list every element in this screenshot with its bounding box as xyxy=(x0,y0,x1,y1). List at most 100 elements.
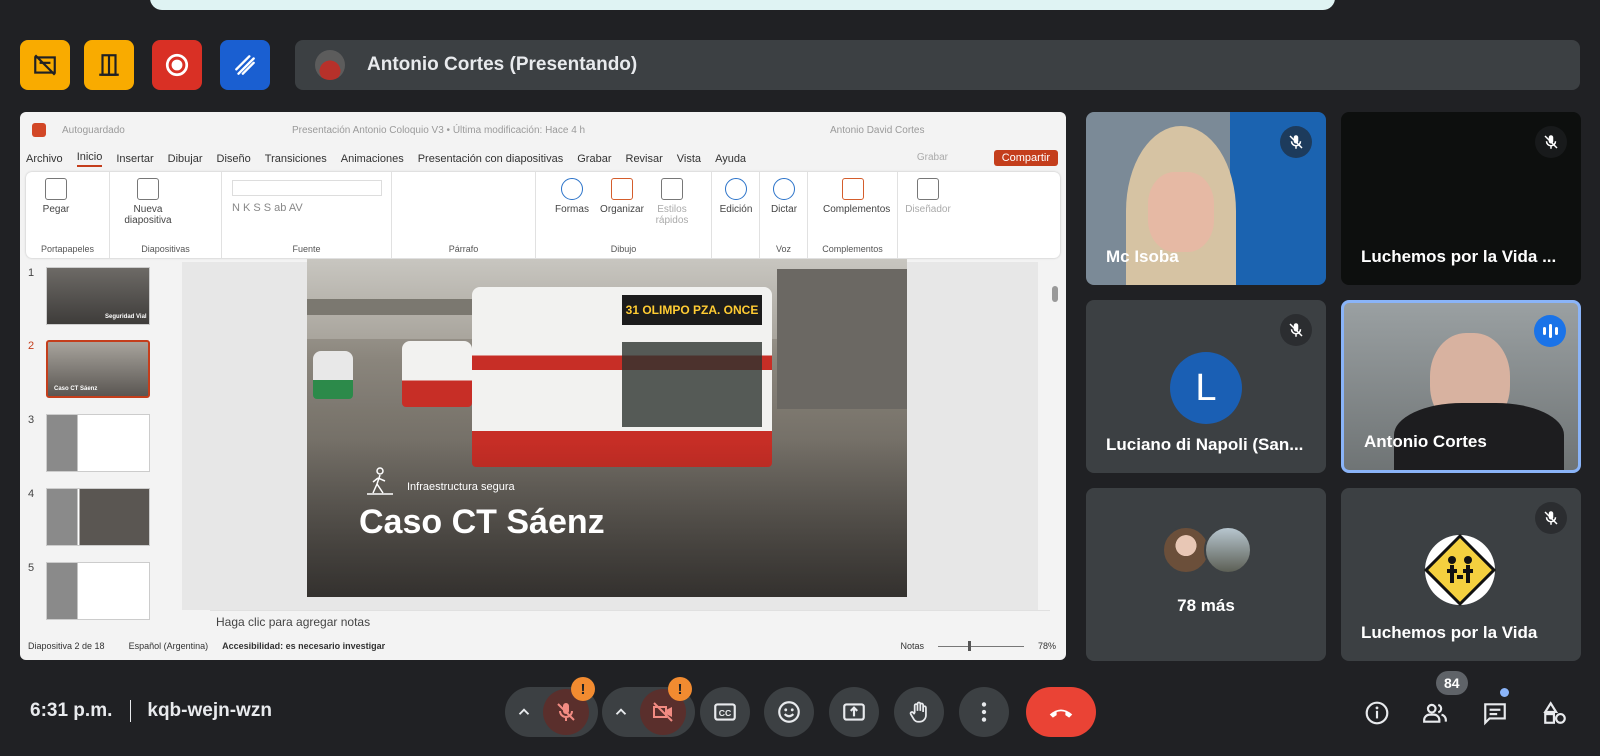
share-button[interactable]: Compartir xyxy=(993,150,1058,166)
paste-button[interactable]: Pegar xyxy=(26,178,86,215)
chat-button[interactable] xyxy=(1480,698,1510,728)
group-paragraph: Párrafo xyxy=(392,172,536,258)
tile-luciano[interactable]: L Luciano di Napoli (San... xyxy=(1086,300,1326,473)
dictate-button[interactable]: Dictar xyxy=(754,178,814,215)
thumbnail-5[interactable]: 5 xyxy=(26,562,176,620)
camera-warning-badge: ! xyxy=(668,677,692,701)
shared-screen: Autoguardado Presentación Antonio Coloqu… xyxy=(20,112,1066,660)
zoom-slider[interactable] xyxy=(937,640,1024,651)
bus-small xyxy=(402,341,472,407)
slide-scrollbar[interactable] xyxy=(1052,262,1060,602)
meeting-time: 6:31 p.m. xyxy=(30,700,113,721)
tile-luchemos-2[interactable]: Luchemos por la Vida xyxy=(1341,488,1581,661)
mic-off-icon xyxy=(1544,511,1558,525)
slide-thumbnails: 1 Seguridad Vial 2 Caso CT Sáenz 3 4 5 xyxy=(20,262,182,632)
closed-captions-icon: CC xyxy=(714,703,736,721)
menu-transiciones[interactable]: Transiciones xyxy=(265,153,327,165)
record-icon xyxy=(165,53,189,77)
thumbnail-3[interactable]: 3 xyxy=(26,414,176,472)
styles-icon xyxy=(661,178,683,200)
user-name: Antonio David Cortes xyxy=(830,124,925,136)
record-label[interactable]: Grabar xyxy=(917,152,948,163)
font-tools: N K S S ab AV xyxy=(232,202,303,214)
quick-styles-button[interactable]: Estilos rápidos xyxy=(642,178,702,226)
whiteboard-button[interactable] xyxy=(220,40,270,90)
activities-button[interactable] xyxy=(1540,698,1570,728)
new-slide-icon xyxy=(137,178,159,200)
slide-canvas[interactable]: 31 OLIMPO PZA. ONCE Infraestructura segu… xyxy=(182,259,1038,610)
notification-pill xyxy=(150,0,1335,10)
breakout-rooms-button[interactable] xyxy=(84,40,134,90)
captions-off-button[interactable] xyxy=(20,40,70,90)
addins-button[interactable]: Complementos xyxy=(823,178,890,215)
menu-archivo[interactable]: Archivo xyxy=(26,153,63,165)
raise-hand-button[interactable] xyxy=(894,687,944,737)
audio-settings-chevron[interactable] xyxy=(505,703,543,721)
menu-presentacion[interactable]: Presentación con diapositivas xyxy=(418,153,564,165)
current-slide[interactable]: 31 OLIMPO PZA. ONCE Infraestructura segu… xyxy=(307,259,907,597)
designer-icon xyxy=(917,178,939,200)
more-count: 78 más xyxy=(1177,596,1235,615)
meeting-details-button[interactable] xyxy=(1362,698,1392,728)
leave-call-button[interactable] xyxy=(1026,687,1096,737)
presenter-avatar xyxy=(315,50,345,80)
tile-antonio-cortes[interactable]: Antonio Cortes xyxy=(1341,300,1581,473)
group-label: Párrafo xyxy=(448,244,479,254)
language[interactable]: Español (Argentina) xyxy=(129,641,209,651)
tile-mc-isoba[interactable]: Mc Isoba xyxy=(1086,112,1326,285)
menu-vista[interactable]: Vista xyxy=(677,153,701,165)
mic-muted-indicator xyxy=(1280,126,1312,158)
group-addins: Complementos Complementos xyxy=(808,172,898,258)
participant-name: Luchemos por la Vida xyxy=(1361,623,1538,642)
camera-off-icon xyxy=(653,702,673,722)
participant-name: Antonio Cortes xyxy=(1364,432,1487,451)
tile-more-participants[interactable]: 78 más xyxy=(1086,488,1326,661)
microphone-toggle-button[interactable]: ! xyxy=(543,677,595,735)
captions-button[interactable]: CC xyxy=(700,687,750,737)
zoom-level[interactable]: 78% xyxy=(1038,641,1056,651)
menu-dibujar[interactable]: Dibujar xyxy=(168,153,203,165)
thumb-number: 5 xyxy=(28,562,35,574)
menu-grabar[interactable]: Grabar xyxy=(577,153,611,165)
accessibility-status[interactable]: Accesibilidad: es necesario investigar xyxy=(222,641,385,651)
notes-placeholder[interactable]: Haga clic para agregar notas xyxy=(210,610,1050,632)
camera-toggle-button[interactable]: ! xyxy=(640,677,692,735)
menu-animaciones[interactable]: Animaciones xyxy=(341,153,404,165)
shapes-icon xyxy=(561,178,583,200)
participant-name: Mc Isoba xyxy=(1106,247,1179,266)
thumbnail-1[interactable]: 1 Seguridad Vial xyxy=(26,267,176,325)
chevron-up-icon xyxy=(615,708,627,715)
video-settings-chevron[interactable] xyxy=(602,703,640,721)
group-voice: Dictar Voz xyxy=(760,172,808,258)
tile-luchemos-1[interactable]: Luchemos por la Vida ... xyxy=(1341,112,1581,285)
more-options-button[interactable] xyxy=(959,687,1009,737)
menu-diseno[interactable]: Diseño xyxy=(217,153,251,165)
thumbnail-2[interactable]: 2 Caso CT Sáenz xyxy=(26,340,176,398)
group-slides: Nueva diapositiva Diapositivas xyxy=(110,172,222,258)
reactions-button[interactable] xyxy=(764,687,814,737)
presenter-banner: Antonio Cortes (Presentando) xyxy=(295,40,1580,90)
microphone-icon xyxy=(773,178,795,200)
people-button[interactable] xyxy=(1420,698,1450,728)
status-right: Notas 78% xyxy=(900,640,1056,651)
slide-building xyxy=(777,269,907,419)
menu-ayuda[interactable]: Ayuda xyxy=(715,153,746,165)
bus-window xyxy=(622,342,762,427)
mic-control: ! xyxy=(505,677,598,737)
meeting-code[interactable]: kqb-wejn-wzn xyxy=(147,700,272,722)
menu-inicio[interactable]: Inicio xyxy=(76,151,103,167)
chat-icon xyxy=(1484,703,1506,726)
thumbnail-4[interactable]: 4 xyxy=(26,488,176,546)
scroll-thumb[interactable] xyxy=(1052,286,1058,302)
mic-off-icon xyxy=(557,703,575,721)
menu-revisar[interactable]: Revisar xyxy=(626,153,663,165)
designer-button[interactable]: Diseñador xyxy=(898,178,958,215)
video-face xyxy=(1148,172,1214,252)
recording-button[interactable] xyxy=(152,40,202,90)
menu-insertar[interactable]: Insertar xyxy=(116,153,153,165)
whiteboard-icon xyxy=(235,55,255,75)
notes-button[interactable]: Notas xyxy=(900,641,924,651)
font-family-box[interactable] xyxy=(232,180,382,196)
new-slide-button[interactable]: Nueva diapositiva xyxy=(118,178,178,226)
present-screen-button[interactable] xyxy=(829,687,879,737)
